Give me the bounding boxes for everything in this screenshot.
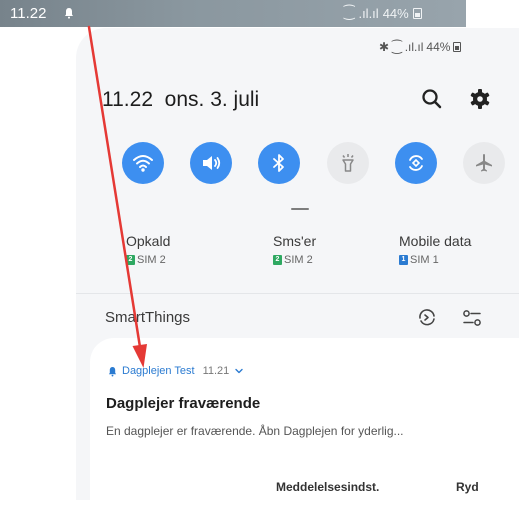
bluetooth-status-icon: ✱ xyxy=(379,40,390,54)
flashlight-toggle[interactable] xyxy=(327,142,369,184)
airplane-icon xyxy=(476,154,492,172)
wifi-call-icon: ⁐ xyxy=(344,5,355,20)
notification-text: En dagplejer er fraværende. Åbn Dagpleje… xyxy=(106,424,404,438)
sim-setting-value: 2 SIM 2 xyxy=(126,254,170,266)
sim-label: SIM 1 xyxy=(410,254,439,266)
gear-icon[interactable] xyxy=(467,86,493,112)
sim-icon: 1 xyxy=(399,255,408,265)
wifi-toggle[interactable] xyxy=(122,142,164,184)
status-time: 11.22 xyxy=(10,5,47,22)
battery-icon xyxy=(453,42,462,52)
notification-app-name: Dagplejen Test xyxy=(122,365,195,377)
bell-icon xyxy=(65,8,73,19)
battery-percent: 44% xyxy=(426,40,451,54)
smartthings-scan-icon[interactable] xyxy=(415,306,439,330)
battery-percent: 44% xyxy=(382,5,409,21)
flashlight-icon xyxy=(342,154,354,172)
smartthings-label: SmartThings xyxy=(105,309,191,326)
bell-icon xyxy=(108,366,117,377)
status-icons: ⁐ .ıl.ıl 44% xyxy=(344,5,422,21)
sim-setting-calls[interactable]: Opkald 2 SIM 2 xyxy=(126,233,170,266)
sim-setting-title: Sms'er xyxy=(273,233,317,249)
panel-status-icons: ✱ ⁐ .ıl.ıl 44% xyxy=(379,40,462,54)
sim-setting-value: 1 SIM 1 xyxy=(399,254,471,266)
sound-icon xyxy=(203,156,221,170)
device-control-icon[interactable] xyxy=(460,306,484,330)
date-time: 11.22 ons. 3. juli xyxy=(102,88,260,111)
smartthings-row[interactable]: SmartThings xyxy=(76,293,519,343)
sim-label: SIM 2 xyxy=(284,254,313,266)
status-bar: 11.22 ⁐ .ıl.ıl 44% xyxy=(0,0,466,27)
sim-setting-value: 2 SIM 2 xyxy=(273,254,316,266)
notification-card[interactable]: Dagplejen Test 11.21 Dagplejer fraværend… xyxy=(90,338,519,500)
signal-icon: .ıl.ıl xyxy=(404,40,424,54)
sound-toggle[interactable] xyxy=(190,142,232,184)
chevron-down-icon[interactable] xyxy=(234,367,244,375)
airplane-toggle[interactable] xyxy=(463,142,505,184)
sim-setting-title: Mobile data xyxy=(399,233,472,249)
signal-icon: .ıl.ıl xyxy=(358,5,379,21)
bluetooth-icon xyxy=(273,154,284,172)
auto-rotate-toggle[interactable] xyxy=(395,142,437,184)
sim-icon: 2 xyxy=(273,255,282,265)
wifi-icon xyxy=(133,155,153,172)
sim-setting-title: Opkald xyxy=(126,233,171,249)
bluetooth-toggle[interactable] xyxy=(258,142,300,184)
search-icon[interactable] xyxy=(419,86,445,112)
notification-settings-button[interactable]: Meddelelsesindst. xyxy=(276,480,379,494)
notification-header: Dagplejen Test 11.21 xyxy=(108,365,244,377)
quick-settings xyxy=(122,142,512,192)
notification-time: 11.21 xyxy=(202,365,230,377)
sim-icon: 2 xyxy=(126,255,135,265)
battery-icon xyxy=(412,7,422,19)
wifi-call-icon: ⁐ xyxy=(392,40,402,54)
notification-title: Dagplejer fraværende xyxy=(106,395,261,412)
sim-setting-sms[interactable]: Sms'er 2 SIM 2 xyxy=(273,233,316,266)
sim-label: SIM 2 xyxy=(137,254,166,266)
expand-handle[interactable] xyxy=(291,208,309,210)
sim-setting-mobile-data[interactable]: Mobile data 1 SIM 1 xyxy=(399,233,471,266)
auto-rotate-icon xyxy=(409,155,423,171)
clear-button[interactable]: Ryd xyxy=(456,480,479,494)
